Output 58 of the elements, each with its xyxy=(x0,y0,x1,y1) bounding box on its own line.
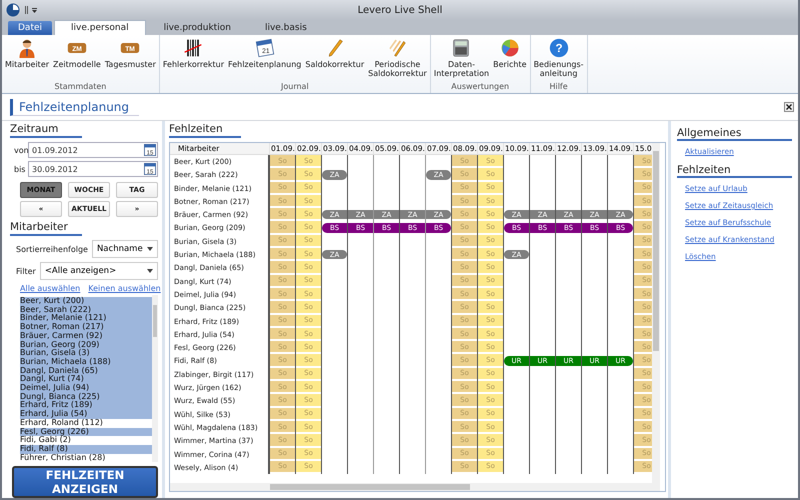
dropdown-arrow-icon[interactable] xyxy=(147,269,153,273)
pie-chart-icon xyxy=(500,38,520,58)
ribbon-button[interactable]: Saldokorrektur xyxy=(304,35,366,82)
pencils-icon xyxy=(387,38,408,58)
scrollbar[interactable] xyxy=(170,483,652,491)
group-label: Stammdaten xyxy=(54,82,108,93)
employee-list-item[interactable]: Erhard, Julia (54) xyxy=(20,410,152,419)
employee-list-item[interactable]: Fesl, Georg (226) xyxy=(20,428,152,436)
person-icon xyxy=(17,38,38,58)
employee-list-item[interactable]: Deimel, Julia (94) xyxy=(20,384,152,393)
window-title: Levero Live Shell xyxy=(356,4,444,16)
group-label: Hilfe xyxy=(548,82,569,93)
section-heading: Fehlzeiten xyxy=(677,164,792,178)
field-label: Sortierreihenfolge xyxy=(16,244,88,254)
ribbon-tab[interactable]: live.basis xyxy=(248,21,323,35)
employee-list-item[interactable]: Binder, Melanie (121) xyxy=(20,314,152,324)
ribbon-button[interactable]: Periodische Saldokorrektur xyxy=(367,35,428,82)
field-label: von xyxy=(14,146,28,154)
group-label: Auswertungen xyxy=(450,82,510,93)
employee-list-item[interactable]: Führer, Christian (28) xyxy=(20,454,152,462)
ribbon-tab[interactable]: live.personal xyxy=(54,20,146,35)
employee-list-item[interactable]: Burian, Gisela (3) xyxy=(20,349,152,358)
scrollbar[interactable] xyxy=(652,143,660,491)
sort-dropdown[interactable]: Nachname xyxy=(92,240,158,258)
quick-access-icon[interactable] xyxy=(24,5,38,15)
employee-list-item[interactable]: Erhard, Fritz (189) xyxy=(20,401,152,410)
employee-list-item[interactable]: Beer, Kurt (200) xyxy=(20,297,152,306)
calculator-icon xyxy=(451,38,472,58)
section-heading: Allgemeines xyxy=(677,127,792,141)
ribbon-button[interactable]: Daten- Interpretation xyxy=(432,35,490,82)
ribbon-button[interactable]: Fehlerkorrektur xyxy=(162,35,226,82)
barcode-icon xyxy=(183,38,204,58)
select-link[interactable]: Keinen auswählen xyxy=(88,284,161,293)
section-heading: Zeitraum xyxy=(10,123,82,138)
employee-list-item[interactable]: Botner, Roman (217) xyxy=(20,323,152,332)
section-heading: Mitarbeiter xyxy=(10,221,82,236)
scrollbar[interactable] xyxy=(152,295,158,462)
page-title: Fehlzeitenplanung xyxy=(10,98,140,116)
app-logo-icon xyxy=(6,3,20,17)
help-icon: ? xyxy=(548,38,569,58)
ribbon-tab[interactable]: live.produktion xyxy=(148,21,247,35)
close-icon[interactable] xyxy=(784,102,794,112)
ribbon-button[interactable]: Mitarbeiter xyxy=(4,35,50,82)
employee-list-item[interactable]: Dangl, Kurt (74) xyxy=(20,375,152,384)
dropdown-arrow-icon[interactable] xyxy=(147,247,153,251)
ribbon-button[interactable]: ? Bedienungs- anleitung xyxy=(532,35,585,82)
field-label: bis xyxy=(14,164,26,174)
group-label: Journal xyxy=(280,82,310,93)
ribbon-tab[interactable]: Datei xyxy=(8,21,52,35)
filter-dropdown[interactable]: <Alle anzeigen> xyxy=(40,262,158,280)
section-heading: Fehlzeiten xyxy=(169,123,241,138)
employee-list-item[interactable]: Erhard, Roland (112) xyxy=(20,418,152,428)
select-link[interactable]: Alle auswählen xyxy=(20,284,80,293)
employee-list-item[interactable]: Fidi, Ralf (8) xyxy=(20,444,152,454)
employee-list-item[interactable]: Fidi, Gabi (2) xyxy=(20,436,152,445)
field-label: Filter xyxy=(16,266,36,276)
ribbon-button[interactable]: Berichte xyxy=(492,35,528,82)
show-absences-button[interactable]: FEHLZEITEN ANZEIGEN xyxy=(12,466,158,498)
